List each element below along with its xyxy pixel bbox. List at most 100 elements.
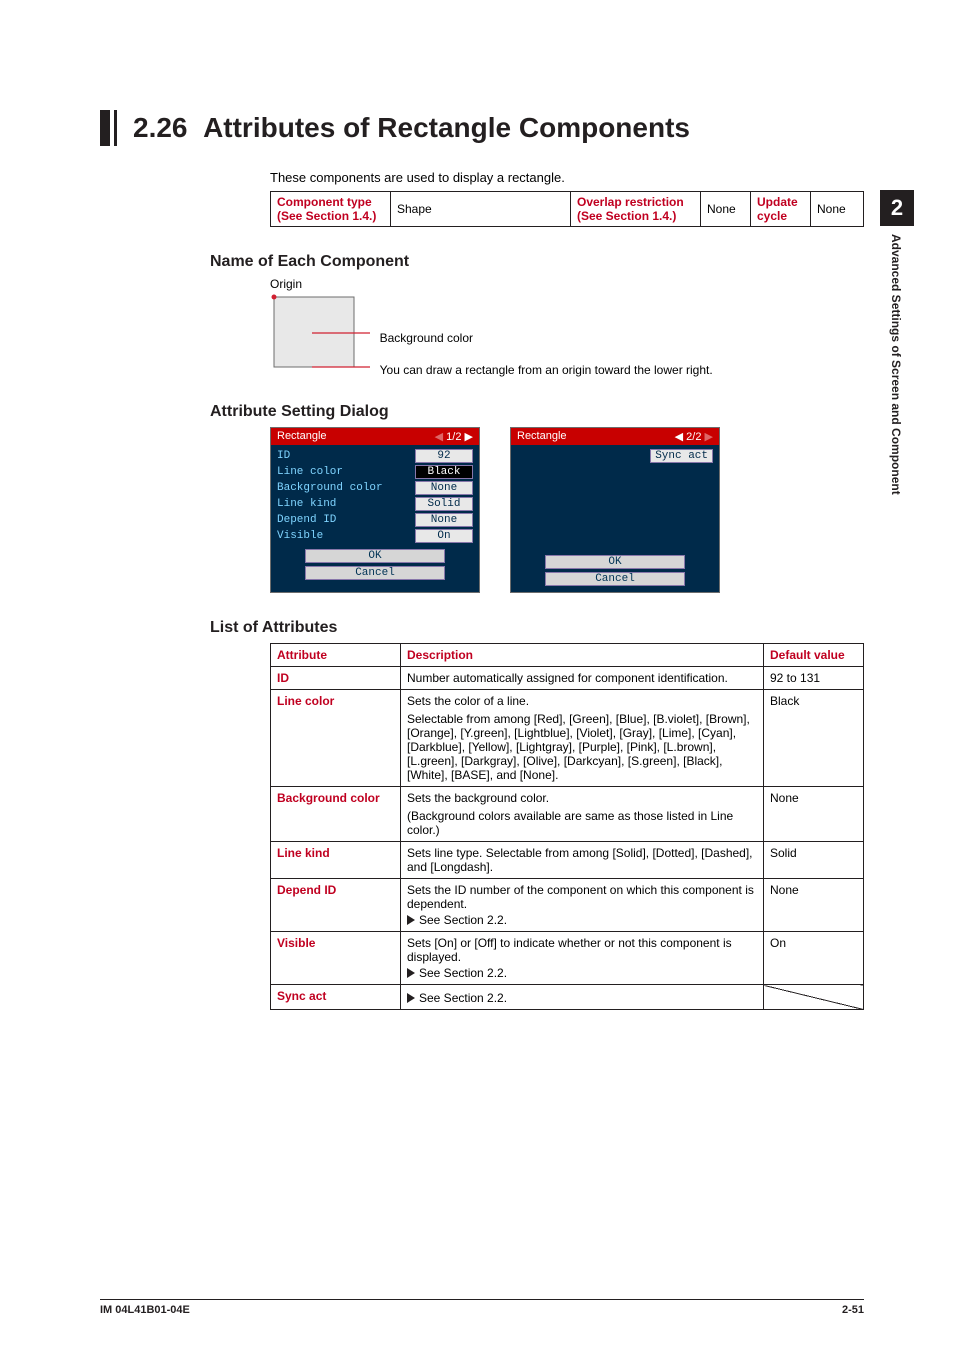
see-reference: See Section 2.2. <box>407 966 757 980</box>
dialog-1-ok-button[interactable]: OK <box>305 549 445 563</box>
attr-desc: Sets line type. Selectable from among [S… <box>401 842 764 879</box>
attributes-table: Attribute Description Default value ID Nu… <box>270 643 864 1010</box>
table-row: Depend IDSets the ID number of the compo… <box>271 879 864 932</box>
dialog-row-value[interactable]: Black <box>415 465 473 479</box>
meta-see-1: (See Section 1.4.) <box>277 209 376 223</box>
name-of-each-component-heading: Name of Each Component <box>210 253 864 271</box>
page-footer: IM 04L41B01-04E 2-51 <box>100 1299 864 1316</box>
attr-desc-line: Number automatically assigned for compon… <box>407 671 757 685</box>
dialog-1: Rectangle ◀ 1/2 ▶ ID 92 Line color Black Bac… <box>270 427 480 593</box>
dialog-row-value[interactable]: None <box>415 481 473 495</box>
attr-desc-line: Sets line type. Selectable from among [S… <box>407 846 757 874</box>
meta-overlap-value: None <box>701 192 751 227</box>
attr-default: None <box>764 787 864 842</box>
attr-desc-line: Sets the ID number of the component on w… <box>407 883 757 911</box>
attr-name: Visible <box>271 932 401 985</box>
attribute-setting-dialog-heading: Attribute Setting Dialog <box>210 403 864 421</box>
see-text: See Section 2.2. <box>419 913 507 927</box>
attr-desc-line: (Background colors available are same as… <box>407 809 757 837</box>
intro-text: These components are used to display a r… <box>270 170 864 185</box>
table-row: VisibleSets [On] or [Off] to indicate wh… <box>271 932 864 985</box>
attr-default: Black <box>764 690 864 787</box>
footer-left: IM 04L41B01-04E <box>100 1304 190 1316</box>
meta-update-value: None <box>811 192 864 227</box>
meta-update-label: Update cycle <box>751 192 811 227</box>
dialog-row-label: ID <box>277 450 290 462</box>
dialog-row-value[interactable]: 92 <box>415 449 473 463</box>
attr-name: ID <box>271 667 401 690</box>
attr-desc-line: Sets the color of a line. <box>407 694 757 708</box>
section-heading: Attributes of Rectangle Components <box>203 112 690 143</box>
attr-default: 92 to 131 <box>764 667 864 690</box>
dialog-1-cancel-button[interactable]: Cancel <box>305 566 445 580</box>
dialog-1-row: Visible On <box>277 529 473 543</box>
attr-desc: Sets [On] or [Off] to indicate whether o… <box>401 932 764 985</box>
dialog-row-label: Visible <box>277 530 323 542</box>
dialog-row-label: Line kind <box>277 498 336 510</box>
arrow-icon <box>407 993 415 1003</box>
attr-col-header: Attribute <box>271 644 401 667</box>
meta-overlap-label: Overlap restriction <box>577 195 684 209</box>
dialog-row-value[interactable]: Solid <box>415 497 473 511</box>
section-number: 2.26 <box>133 112 188 143</box>
title-bar <box>100 110 110 146</box>
dialog-row-label: Line color <box>277 466 343 478</box>
dialog-1-nav[interactable]: ◀ 1/2 ▶ <box>435 430 473 443</box>
meta-component-type-value: Shape <box>391 192 571 227</box>
dialog-1-row: Line kind Solid <box>277 497 473 511</box>
see-reference: See Section 2.2. <box>407 991 757 1005</box>
default-col-header: Default value <box>764 644 864 667</box>
attr-desc: See Section 2.2. <box>401 985 764 1010</box>
dialog-1-row: ID 92 <box>277 449 473 463</box>
dialog-2-cancel-button[interactable]: Cancel <box>545 572 685 586</box>
attr-name: Line color <box>271 690 401 787</box>
dialog-1-row: Line color Black <box>277 465 473 479</box>
attr-name: Depend ID <box>271 879 401 932</box>
see-text: See Section 2.2. <box>419 966 507 980</box>
sync-act-button[interactable]: Sync act <box>650 449 713 463</box>
dialog-1-row: Depend ID None <box>277 513 473 527</box>
dialog-row-value[interactable]: On <box>415 529 473 543</box>
dialog-row-value[interactable]: None <box>415 513 473 527</box>
dialog-2-title: Rectangle <box>517 430 567 443</box>
attr-default: Solid <box>764 842 864 879</box>
rectangle-note: You can draw a rectangle from an origin … <box>380 363 713 377</box>
meta-table: Component type (See Section 1.4.) Shape … <box>270 191 864 227</box>
meta-component-type-label: Component type <box>277 195 372 209</box>
footer-right: 2-51 <box>842 1304 864 1316</box>
dialog-row-label: Depend ID <box>277 514 336 526</box>
chapter-tab: 2 Advanced Settings of Screen and Compon… <box>880 190 914 495</box>
bg-color-label: Background color <box>380 331 713 345</box>
attr-desc: Sets the ID number of the component on w… <box>401 879 764 932</box>
attr-name: Background color <box>271 787 401 842</box>
section-title: 2.26 Attributes of Rectangle Components <box>100 110 864 146</box>
attr-desc-line: Selectable from among [Red], [Green], [B… <box>407 712 757 782</box>
origin-label: Origin <box>270 277 864 291</box>
attr-default <box>764 985 864 1010</box>
chapter-number: 2 <box>880 190 914 226</box>
meta-see-2: (See Section 1.4.) <box>577 209 676 223</box>
dialog-2-ok-button[interactable]: OK <box>545 555 685 569</box>
table-row: Line kindSets line type. Selectable from… <box>271 842 864 879</box>
table-row: Background colorSets the background colo… <box>271 787 864 842</box>
dialog-row-label: Background color <box>277 482 383 494</box>
attr-desc-line: Sets the background color. <box>407 791 757 805</box>
chapter-label: Advanced Settings of Screen and Componen… <box>880 226 903 495</box>
dialog-1-row: Background color None <box>277 481 473 495</box>
dialog-2-nav[interactable]: ◀ 2/2 ▶ <box>675 430 713 443</box>
attr-name: Sync act <box>271 985 401 1010</box>
see-text: See Section 2.2. <box>419 991 507 1005</box>
arrow-icon <box>407 915 415 925</box>
dialog-1-title: Rectangle <box>277 430 327 443</box>
attr-default: On <box>764 932 864 985</box>
attr-name: Line kind <box>271 842 401 879</box>
table-row: Line color Sets the color of a line. Selec… <box>271 690 864 787</box>
attr-desc: Number automatically assigned for compon… <box>401 667 764 690</box>
attr-default: None <box>764 879 864 932</box>
desc-col-header: Description <box>401 644 764 667</box>
arrow-icon <box>407 968 415 978</box>
table-row: ID Number automatically assigned for comp… <box>271 667 864 690</box>
attr-desc: Sets the color of a line. Selectable from… <box>401 690 764 787</box>
see-reference: See Section 2.2. <box>407 913 757 927</box>
attr-desc: Sets the background color. (Background co… <box>401 787 764 842</box>
